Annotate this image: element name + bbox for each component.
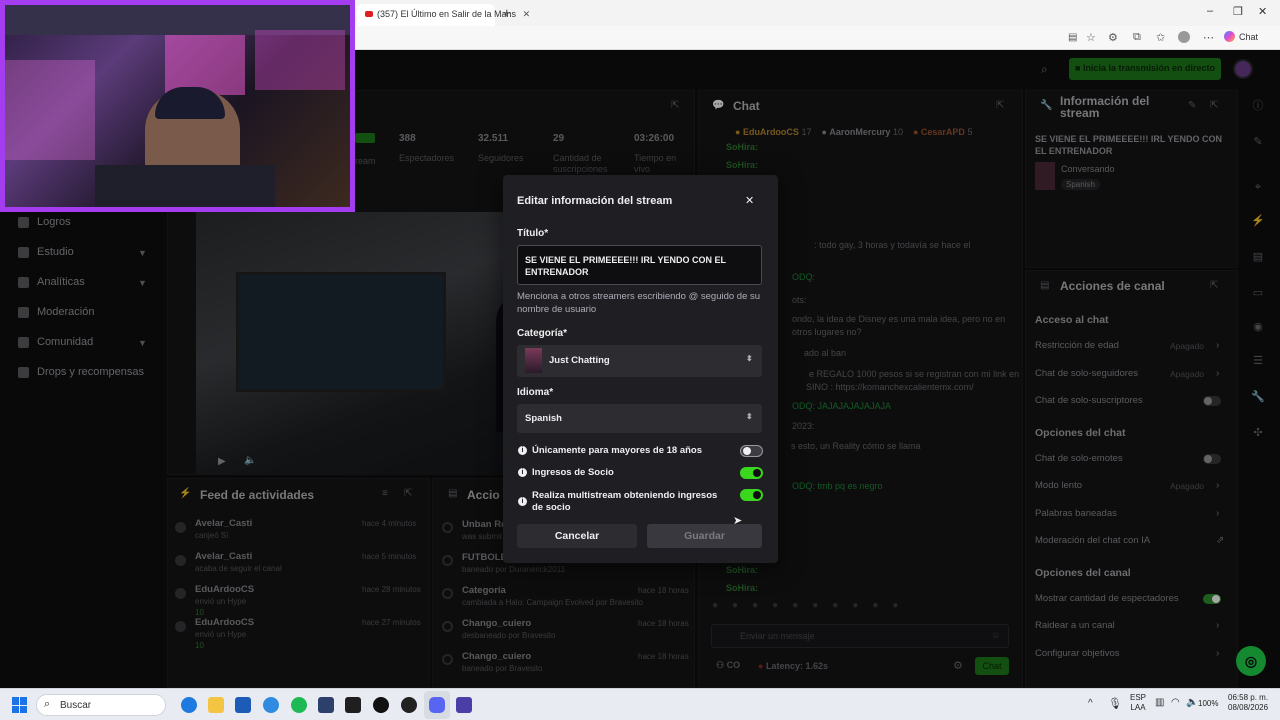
webcam-content (5, 60, 95, 160)
modal-title: Editar información del stream (517, 195, 673, 207)
category-label: Categoría* (517, 328, 568, 339)
select-arrows-icon: ⬍ (746, 412, 753, 421)
volume-icon[interactable]: 🔈 (1186, 697, 1198, 708)
webcam-content (95, 165, 275, 207)
outlook-icon[interactable] (263, 697, 279, 713)
close-window-button[interactable]: ✕ (1258, 5, 1267, 18)
language-value: Spanish (525, 413, 562, 424)
language-select[interactable]: Spanish ⬍ (517, 404, 762, 433)
windows-taskbar: ⌕ Buscar ^ 🎙 ESP LAA ▥ ◠ 🔈 100% 06:58 p.… (0, 688, 1280, 720)
webcam-content (165, 35, 245, 95)
category-select[interactable]: Just Chatting ⬍ (517, 345, 762, 377)
select-arrows-icon: ⬍ (746, 354, 753, 363)
profile-avatar[interactable] (1178, 31, 1190, 43)
copilot-label: Chat (1239, 31, 1259, 42)
github-icon[interactable] (373, 697, 389, 713)
network-icon[interactable]: ▥ (1155, 697, 1164, 708)
copilot-icon (1224, 31, 1235, 42)
obs-icon[interactable] (401, 697, 417, 713)
toggle-knob (743, 447, 751, 455)
microphone-icon[interactable]: 🎙 (1108, 697, 1122, 710)
category-thumbnail (525, 348, 542, 373)
language-label: Idioma* (517, 387, 554, 398)
close-tab-icon[interactable]: ✕ (523, 9, 531, 19)
partner-revenue-label: Ingresos de Socio (532, 467, 614, 478)
edit-stream-modal: Editar información del stream ✕ Título* … (503, 175, 778, 563)
clock-time: 06:58 p. m. (1228, 693, 1269, 702)
info-icon[interactable]: i (518, 468, 527, 477)
save-button[interactable]: Guardar (647, 524, 762, 548)
keyboard-language[interactable]: ESP LAA (1130, 693, 1146, 713)
wifi-icon[interactable]: ◠ (1171, 697, 1180, 708)
toggle-knob (753, 469, 761, 477)
store-icon[interactable] (235, 697, 251, 713)
browser-tab-title: (357) El Último en Salir de la Mans (377, 9, 517, 19)
adult-toggle[interactable] (740, 445, 763, 457)
reader-icon[interactable]: ▤ (1068, 32, 1077, 43)
close-modal-button[interactable]: ✕ (745, 194, 754, 207)
app-icon[interactable] (318, 697, 334, 713)
adult-option-label: Únicamente para mayores de 18 años (532, 445, 703, 456)
spotify-icon[interactable] (291, 697, 307, 713)
new-tab-button[interactable]: + (503, 5, 511, 20)
multistream-label: Realiza multistream obteniendo ingresos … (532, 490, 718, 513)
extensions-icon[interactable]: ⚙ (1108, 31, 1118, 44)
mention-help-text: Menciona a otros streamers escribiendo @… (517, 291, 761, 315)
clock[interactable]: 06:58 p. m. 08/08/2026 (1228, 693, 1268, 713)
info-icon[interactable]: i (518, 497, 527, 506)
title-label: Título* (517, 228, 549, 239)
multistream-toggle[interactable] (740, 489, 763, 501)
webcam-overlay (0, 0, 355, 212)
clock-date: 08/08/2026 (1228, 703, 1269, 712)
taskbar-search-label: Buscar (60, 700, 92, 711)
file-explorer-icon[interactable] (208, 697, 224, 713)
lang-top: ESP (1130, 693, 1147, 702)
discord-icon[interactable] (429, 697, 445, 713)
info-icon[interactable]: i (518, 446, 527, 455)
app-icon[interactable] (456, 697, 472, 713)
category-value: Just Chatting (549, 355, 610, 366)
taskbar-search[interactable]: ⌕ Buscar (36, 694, 166, 716)
toggle-knob (753, 491, 761, 499)
partner-revenue-toggle[interactable] (740, 467, 763, 479)
youtube-icon (365, 11, 373, 17)
favorites-icon[interactable]: ✩ (1156, 31, 1165, 44)
battery-level[interactable]: 100% (1198, 699, 1218, 708)
maximize-button[interactable]: ❐ (1233, 5, 1243, 18)
webcam-content (255, 30, 345, 90)
minimize-button[interactable]: – (1207, 5, 1213, 17)
copilot-chat-button[interactable]: Chat (1224, 31, 1258, 42)
browser-tab[interactable]: (357) El Último en Salir de la Mans ✕ (357, 4, 530, 26)
edge-icon[interactable] (181, 697, 197, 713)
more-menu-icon[interactable]: ⋯ (1203, 31, 1214, 44)
search-icon: ⌕ (44, 698, 51, 710)
chevron-up-icon[interactable]: ^ (1088, 698, 1093, 709)
title-input[interactable]: SE VIENE EL PRIMEEEE!!! IRL YENDO CON EL… (517, 245, 762, 285)
lang-bottom: LAA (1130, 703, 1146, 712)
split-screen-icon[interactable]: ⧉ (1133, 31, 1141, 44)
terminal-icon[interactable] (345, 697, 361, 713)
mouse-cursor: ➤ (733, 515, 743, 527)
favorite-star-icon[interactable]: ☆ (1086, 31, 1096, 44)
cancel-button[interactable]: Cancelar (517, 524, 637, 548)
windows-start-icon[interactable] (12, 697, 28, 713)
